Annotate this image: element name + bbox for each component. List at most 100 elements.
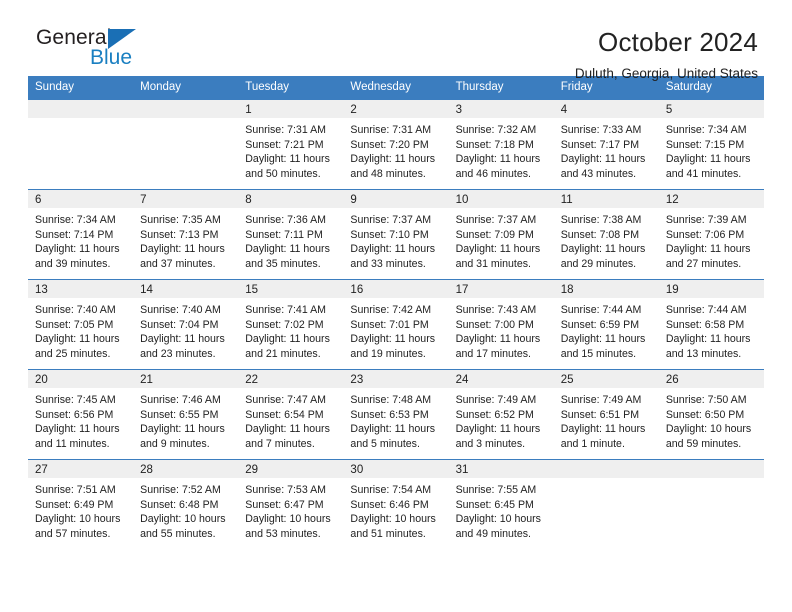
daylight-duration-line2: and 51 minutes. xyxy=(350,527,426,540)
daylight-duration-line1: Daylight: 11 hours xyxy=(455,243,541,256)
calendar-day-cell[interactable]: 29 Sunrise: 7:53 AM Sunset: 6:47 PM Dayligh… xyxy=(238,459,344,550)
daylight-duration-line2: and 55 minutes. xyxy=(140,527,216,540)
day-details xyxy=(28,118,133,123)
calendar-day-cell[interactable]: 20 Sunrise: 7:45 AM Sunset: 6:56 PM Dayligh… xyxy=(28,369,134,460)
day-details: Sunrise: 7:33 AM Sunset: 7:17 PM Daylight:… xyxy=(554,118,659,181)
calendar-day-cell[interactable]: 3 Sunrise: 7:32 AM Sunset: 7:18 PM Daylight… xyxy=(448,99,554,190)
day-details: Sunrise: 7:32 AM Sunset: 7:18 PM Daylight:… xyxy=(449,118,554,181)
calendar-day-cell[interactable]: 11 Sunrise: 7:38 AM Sunset: 7:08 PM Dayligh… xyxy=(553,189,659,280)
calendar-day-cell[interactable]: 18 Sunrise: 7:44 AM Sunset: 6:59 PM Dayligh… xyxy=(553,279,659,370)
calendar-day-cell[interactable]: 6 Sunrise: 7:34 AM Sunset: 7:14 PM Daylight… xyxy=(28,189,134,280)
calendar-day-cell[interactable]: 27 Sunrise: 7:51 AM Sunset: 6:49 PM Dayligh… xyxy=(28,459,134,550)
day-details: Sunrise: 7:49 AM Sunset: 6:52 PM Daylight:… xyxy=(449,388,554,451)
day-number: 20 xyxy=(28,370,134,388)
calendar-day-cell[interactable]: 25 Sunrise: 7:49 AM Sunset: 6:51 PM Dayligh… xyxy=(553,369,659,460)
calendar-day-cell[interactable]: 4 Sunrise: 7:33 AM Sunset: 7:17 PM Daylight… xyxy=(553,99,659,190)
sunrise-time: Sunrise: 7:36 AM xyxy=(245,214,326,226)
sunset-time: Sunset: 6:45 PM xyxy=(455,498,534,511)
sunrise-time: Sunrise: 7:49 AM xyxy=(560,394,642,406)
daylight-duration-line1: Daylight: 11 hours xyxy=(140,423,225,436)
sunset-time: Sunset: 7:00 PM xyxy=(455,318,534,331)
general-blue-logo[interactable]: General Blue xyxy=(28,26,178,78)
calendar-empty-cell xyxy=(28,99,134,190)
day-details: Sunrise: 7:50 AM Sunset: 6:50 PM Daylight:… xyxy=(659,388,764,451)
sunset-time: Sunset: 6:52 PM xyxy=(455,408,534,421)
sunrise-time: Sunrise: 7:37 AM xyxy=(350,214,432,226)
day-details: Sunrise: 7:34 AM Sunset: 7:15 PM Daylight:… xyxy=(659,118,764,181)
daylight-duration-line2: and 15 minutes. xyxy=(560,347,637,360)
sunset-time: Sunset: 7:17 PM xyxy=(560,138,640,151)
calendar-day-cell[interactable]: 24 Sunrise: 7:49 AM Sunset: 6:52 PM Dayligh… xyxy=(448,369,554,460)
day-details: Sunrise: 7:42 AM Sunset: 7:01 PM Daylight:… xyxy=(343,298,448,361)
daylight-duration-line1: Daylight: 11 hours xyxy=(350,153,436,166)
calendar-week-row: 27 Sunrise: 7:51 AM Sunset: 6:49 PM Dayligh… xyxy=(28,459,764,550)
day-number: 14 xyxy=(133,280,239,298)
daylight-duration-line1: Daylight: 10 hours xyxy=(350,513,436,526)
calendar-day-cell[interactable]: 22 Sunrise: 7:47 AM Sunset: 6:54 PM Dayligh… xyxy=(238,369,344,460)
calendar-day-cell[interactable]: 15 Sunrise: 7:41 AM Sunset: 7:02 PM Dayligh… xyxy=(238,279,344,370)
day-number: 5 xyxy=(658,100,764,118)
daylight-duration-line2: and 27 minutes. xyxy=(665,257,742,270)
daylight-duration-line1: Daylight: 11 hours xyxy=(350,423,436,436)
calendar-day-cell[interactable]: 17 Sunrise: 7:43 AM Sunset: 7:00 PM Dayligh… xyxy=(448,279,554,370)
calendar-week-row: 6 Sunrise: 7:34 AM Sunset: 7:14 PM Daylight… xyxy=(28,189,764,280)
sunset-time: Sunset: 7:11 PM xyxy=(245,228,323,241)
calendar-day-cell[interactable]: 1 Sunrise: 7:31 AM Sunset: 7:21 PM Daylight… xyxy=(238,99,344,190)
day-number: 11 xyxy=(553,190,659,208)
sunrise-time: Sunrise: 7:44 AM xyxy=(560,304,642,316)
sunrise-time: Sunrise: 7:51 AM xyxy=(35,484,116,496)
calendar-day-cell[interactable]: 13 Sunrise: 7:40 AM Sunset: 7:05 PM Dayligh… xyxy=(28,279,134,370)
calendar-day-cell[interactable]: 12 Sunrise: 7:39 AM Sunset: 7:06 PM Dayligh… xyxy=(658,189,764,280)
calendar-day-cell[interactable]: 7 Sunrise: 7:35 AM Sunset: 7:13 PM Daylight… xyxy=(133,189,239,280)
calendar-day-cell[interactable]: 21 Sunrise: 7:46 AM Sunset: 6:55 PM Dayligh… xyxy=(133,369,239,460)
daylight-duration-line2: and 48 minutes. xyxy=(350,167,426,180)
day-number: 24 xyxy=(448,370,554,388)
daylight-duration-line1: Daylight: 11 hours xyxy=(665,333,751,346)
weekday-header-monday: Monday xyxy=(133,76,239,100)
calendar-day-cell[interactable]: 31 Sunrise: 7:55 AM Sunset: 6:45 PM Dayligh… xyxy=(448,459,554,550)
calendar-day-cell[interactable]: 14 Sunrise: 7:40 AM Sunset: 7:04 PM Dayligh… xyxy=(133,279,239,370)
day-number: 12 xyxy=(658,190,764,208)
calendar-day-cell[interactable]: 8 Sunrise: 7:36 AM Sunset: 7:11 PM Daylight… xyxy=(238,189,344,280)
calendar-day-cell[interactable]: 5 Sunrise: 7:34 AM Sunset: 7:15 PM Daylight… xyxy=(658,99,764,190)
daylight-duration-line1: Daylight: 11 hours xyxy=(245,333,330,346)
sunrise-time: Sunrise: 7:31 AM xyxy=(350,124,432,136)
sunset-time: Sunset: 6:54 PM xyxy=(245,408,324,421)
calendar-day-cell[interactable]: 28 Sunrise: 7:52 AM Sunset: 6:48 PM Dayligh… xyxy=(133,459,239,550)
daylight-duration-line2: and 53 minutes. xyxy=(245,527,321,540)
daylight-duration-line2: and 9 minutes. xyxy=(140,437,210,450)
calendar-week-row: 1 Sunrise: 7:31 AM Sunset: 7:21 PM Daylight… xyxy=(28,99,764,190)
sunset-time: Sunset: 7:20 PM xyxy=(350,138,429,151)
daylight-duration-line1: Daylight: 11 hours xyxy=(665,243,751,256)
weekday-header-sunday: Sunday xyxy=(28,76,134,100)
calendar-day-cell[interactable]: 2 Sunrise: 7:31 AM Sunset: 7:20 PM Daylight… xyxy=(343,99,449,190)
calendar-day-cell[interactable]: 9 Sunrise: 7:37 AM Sunset: 7:10 PM Daylight… xyxy=(343,189,449,280)
calendar-day-cell[interactable]: 19 Sunrise: 7:44 AM Sunset: 6:58 PM Dayligh… xyxy=(658,279,764,370)
day-details: Sunrise: 7:51 AM Sunset: 6:49 PM Daylight:… xyxy=(28,478,133,541)
day-details xyxy=(554,478,659,483)
calendar-week-row: 20 Sunrise: 7:45 AM Sunset: 6:56 PM Dayligh… xyxy=(28,369,764,460)
calendar-day-cell[interactable]: 26 Sunrise: 7:50 AM Sunset: 6:50 PM Dayligh… xyxy=(658,369,764,460)
daylight-duration-line2: and 39 minutes. xyxy=(35,257,111,270)
calendar-week-row: 13 Sunrise: 7:40 AM Sunset: 7:05 PM Dayligh… xyxy=(28,279,764,370)
day-details: Sunrise: 7:37 AM Sunset: 7:09 PM Daylight:… xyxy=(449,208,554,271)
day-details: Sunrise: 7:46 AM Sunset: 6:55 PM Daylight:… xyxy=(133,388,238,451)
calendar-day-cell[interactable]: 23 Sunrise: 7:48 AM Sunset: 6:53 PM Dayligh… xyxy=(343,369,449,460)
daylight-duration-line1: Daylight: 11 hours xyxy=(560,243,646,256)
sunrise-time: Sunrise: 7:43 AM xyxy=(455,304,537,316)
daylight-duration-line1: Daylight: 11 hours xyxy=(455,333,541,346)
daylight-duration-line1: Daylight: 11 hours xyxy=(560,423,646,436)
sunrise-time: Sunrise: 7:32 AM xyxy=(455,124,537,136)
day-details: Sunrise: 7:53 AM Sunset: 6:47 PM Daylight:… xyxy=(238,478,343,541)
sunset-time: Sunset: 6:59 PM xyxy=(560,318,640,331)
day-details: Sunrise: 7:47 AM Sunset: 6:54 PM Daylight:… xyxy=(238,388,343,451)
calendar-day-cell[interactable]: 16 Sunrise: 7:42 AM Sunset: 7:01 PM Dayligh… xyxy=(343,279,449,370)
sunrise-time: Sunrise: 7:34 AM xyxy=(35,214,116,226)
calendar-day-cell[interactable]: 30 Sunrise: 7:54 AM Sunset: 6:46 PM Dayligh… xyxy=(343,459,449,550)
calendar-day-cell[interactable]: 10 Sunrise: 7:37 AM Sunset: 7:09 PM Dayligh… xyxy=(448,189,554,280)
sunset-time: Sunset: 6:48 PM xyxy=(140,498,219,511)
day-number xyxy=(28,100,134,118)
day-number xyxy=(553,460,659,478)
sunrise-time: Sunrise: 7:40 AM xyxy=(35,304,116,316)
day-number: 7 xyxy=(133,190,239,208)
